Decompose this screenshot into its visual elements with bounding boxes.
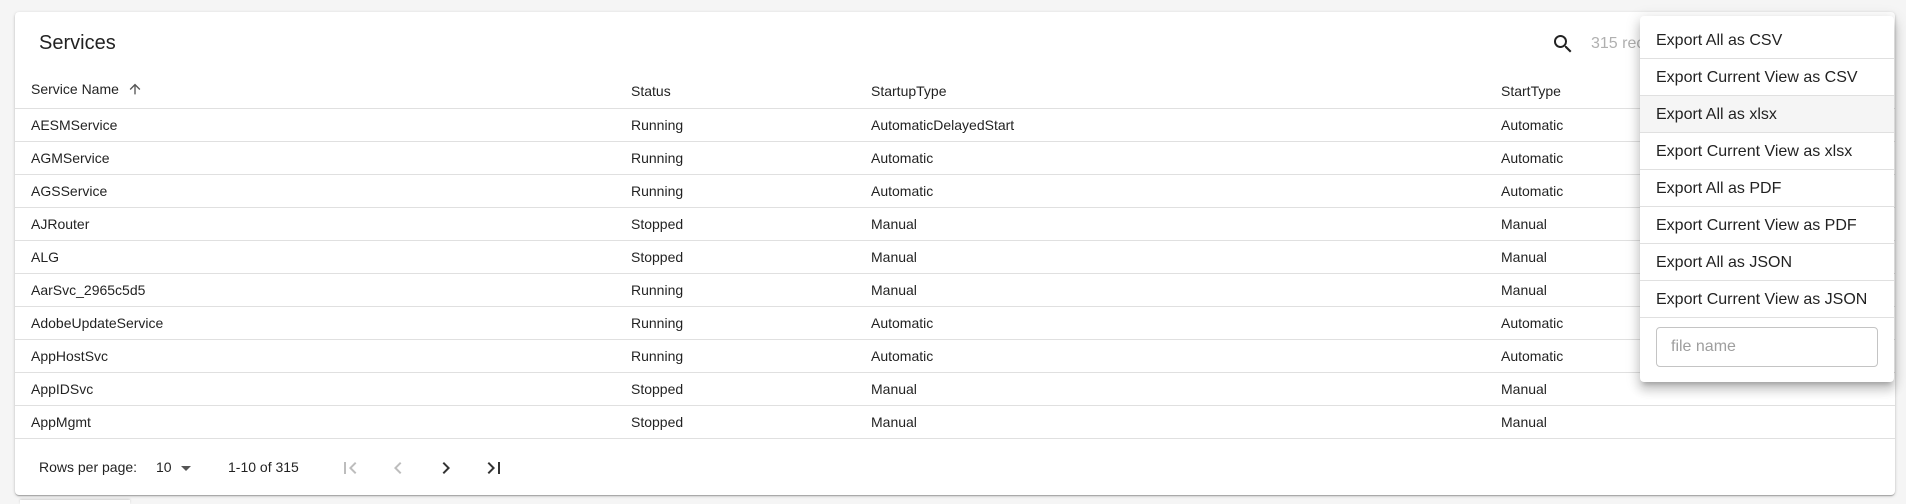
cell-startup-type: AutomaticDelayedStart: [855, 108, 1485, 142]
column-header-label: Service Name: [31, 81, 119, 98]
arrow-up-icon[interactable]: [127, 81, 143, 100]
table-row[interactable]: AGMService Running Automatic Automatic: [15, 141, 1895, 175]
cell-startup-type: Automatic: [855, 174, 1485, 208]
table-row[interactable]: AppHostSvc Running Automatic Automatic: [15, 339, 1895, 373]
cell-service-name: AppHostSvc: [15, 339, 615, 373]
pagination-range: 1-10 of 315: [228, 459, 299, 475]
cell-service-name: AarSvc_2965c5d5: [15, 273, 615, 307]
cell-status: Stopped: [615, 207, 855, 241]
cell-status: Running: [615, 306, 855, 340]
cell-service-name: AppMgmt: [15, 405, 615, 439]
menu-item-export-current-json[interactable]: Export Current View as JSON: [1640, 281, 1894, 318]
cell-start-type: Manual: [1485, 405, 1895, 439]
export-menu: Export All as CSV Export Current View as…: [1640, 16, 1894, 382]
file-name-input[interactable]: [1656, 327, 1878, 367]
table-row[interactable]: AJRouter Stopped Manual Manual: [15, 207, 1895, 241]
page-title: Services: [39, 32, 116, 54]
menu-item-export-all-xlsx[interactable]: Export All as xlsx: [1640, 96, 1894, 133]
services-table: Service Name Status StartupType StartTyp…: [15, 74, 1895, 439]
cell-startup-type: Manual: [855, 240, 1485, 274]
cell-service-name: AJRouter: [15, 207, 615, 241]
column-header-label: Status: [631, 82, 671, 99]
cell-status: Running: [615, 273, 855, 307]
table-row[interactable]: ALG Stopped Manual Manual: [15, 240, 1895, 274]
cell-status: Running: [615, 141, 855, 175]
search-icon[interactable]: [1551, 32, 1575, 56]
column-header-service-name[interactable]: Service Name: [15, 74, 615, 109]
menu-item-export-current-pdf[interactable]: Export Current View as PDF: [1640, 207, 1894, 244]
cell-startup-type: Automatic: [855, 306, 1485, 340]
cell-service-name: AGMService: [15, 141, 615, 175]
menu-item-export-all-csv[interactable]: Export All as CSV: [1640, 22, 1894, 59]
first-page-icon[interactable]: [338, 456, 362, 480]
cell-service-name: AESMService: [15, 108, 615, 142]
cell-startup-type: Manual: [855, 372, 1485, 406]
table-row[interactable]: AESMService Running AutomaticDelayedStar…: [15, 108, 1895, 142]
menu-item-export-current-xlsx[interactable]: Export Current View as xlsx: [1640, 133, 1894, 170]
last-page-icon[interactable]: [482, 456, 506, 480]
menu-item-export-current-csv[interactable]: Export Current View as CSV: [1640, 59, 1894, 96]
table-row[interactable]: AdobeUpdateService Running Automatic Aut…: [15, 306, 1895, 340]
services-table-card: Services Service Name Status StartupType…: [15, 12, 1895, 495]
cell-startup-type: Manual: [855, 273, 1485, 307]
table-header-row: Service Name Status StartupType StartTyp…: [15, 74, 1895, 109]
cell-service-name: AdobeUpdateService: [15, 306, 615, 340]
table-row[interactable]: AarSvc_2965c5d5 Running Manual Manual: [15, 273, 1895, 307]
cell-status: Running: [615, 108, 855, 142]
chevron-right-icon[interactable]: [434, 456, 458, 480]
cell-status: Running: [615, 339, 855, 373]
column-header-label: StartupType: [871, 82, 947, 99]
cell-startup-type: Automatic: [855, 141, 1485, 175]
column-header-label: StartType: [1501, 82, 1561, 99]
menu-item-export-all-json[interactable]: Export All as JSON: [1640, 244, 1894, 281]
caret-down-icon: [174, 456, 198, 483]
rows-per-page-select[interactable]: 10: [156, 456, 196, 480]
cell-startup-type: Automatic: [855, 339, 1485, 373]
cell-service-name: AppIDSvc: [15, 372, 615, 406]
chevron-left-icon[interactable]: [386, 456, 410, 480]
cell-service-name: AGSService: [15, 174, 615, 208]
cell-status: Running: [615, 174, 855, 208]
table-pagination: Rows per page: 10 1-10 of 315: [15, 442, 1895, 494]
column-header-status[interactable]: Status: [615, 74, 855, 109]
table-row[interactable]: AppIDSvc Stopped Manual Manual: [15, 372, 1895, 406]
table-row[interactable]: AGSService Running Automatic Automatic: [15, 174, 1895, 208]
cell-status: Stopped: [615, 372, 855, 406]
cell-service-name: ALG: [15, 240, 615, 274]
table-toolbar: Services: [15, 12, 1895, 74]
bottom-edge-element: [20, 500, 130, 504]
rows-per-page-label: Rows per page:: [39, 459, 138, 475]
column-header-startup-type[interactable]: StartupType: [855, 74, 1485, 109]
cell-startup-type: Manual: [855, 207, 1485, 241]
table-row[interactable]: AppMgmt Stopped Manual Manual: [15, 405, 1895, 439]
cell-startup-type: Manual: [855, 405, 1485, 439]
rows-per-page-value: 10: [156, 459, 172, 475]
cell-status: Stopped: [615, 405, 855, 439]
cell-status: Stopped: [615, 240, 855, 274]
menu-item-export-all-pdf[interactable]: Export All as PDF: [1640, 170, 1894, 207]
